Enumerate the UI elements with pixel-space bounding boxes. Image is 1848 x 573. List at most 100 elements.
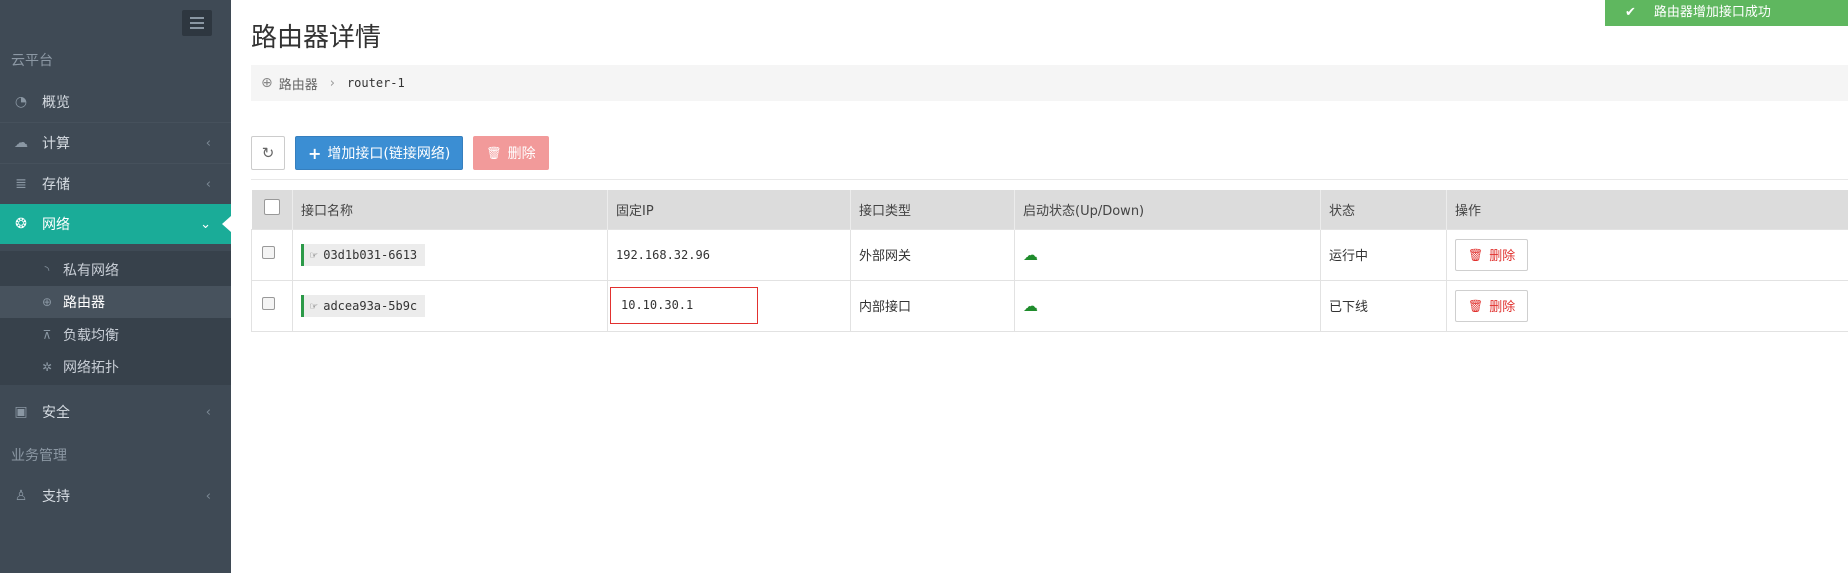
row-delete-button[interactable]: 🗑 删除 bbox=[1455, 289, 1529, 322]
interface-link[interactable]: ☞ 03d1b031-6613 bbox=[301, 243, 426, 266]
medkit-icon: ▣ bbox=[14, 404, 28, 420]
add-interface-button[interactable]: + 增加接口(链接网络) bbox=[295, 136, 464, 170]
row-select-cell bbox=[251, 279, 293, 332]
refresh-button[interactable]: ↻ bbox=[251, 136, 285, 170]
sidebar-item-label: 支持 bbox=[42, 489, 70, 505]
globe-icon: ⊕ bbox=[261, 75, 273, 91]
table-row: ☞ 03d1b031-6613 192.168.32.96 外部网关 ☁ 运行中… bbox=[251, 228, 1848, 281]
breadcrumb: ⊕ 路由器 › router-1 bbox=[251, 65, 1848, 101]
actions-cell: 🗑 删除 bbox=[1446, 228, 1848, 281]
divider bbox=[251, 179, 1848, 180]
sidebar-item-overview[interactable]: ◔ 概览 bbox=[0, 82, 231, 122]
sidebar-item-compute[interactable]: ☁ 计算 ‹ bbox=[0, 123, 231, 163]
main-content: 路由器详情 ⊕ 路由器 › router-1 ↻ + 增加接口(链接网络) 🗑 … bbox=[231, 0, 1848, 573]
globe-icon: ⊕ bbox=[41, 295, 53, 309]
sidebar-item-label: 路由器 bbox=[63, 295, 105, 311]
rss-icon: ◝ bbox=[44, 263, 50, 277]
sidebar-item-label: 私有网络 bbox=[63, 263, 119, 279]
row-checkbox[interactable] bbox=[262, 297, 275, 310]
status-cell: 已下线 bbox=[1320, 279, 1447, 332]
actions-cell: 🗑 删除 bbox=[1446, 279, 1848, 332]
delete-button[interactable]: 🗑 删除 bbox=[473, 136, 549, 170]
sidebar-item-label: 概览 bbox=[42, 95, 70, 111]
column-header-ip[interactable]: 固定IP bbox=[607, 190, 851, 229]
column-header-type[interactable]: 接口类型 bbox=[850, 190, 1015, 229]
interface-name: 03d1b031-6613 bbox=[323, 247, 418, 262]
hand-pointer-icon: ☞ bbox=[310, 298, 318, 313]
interface-name-cell: ☞ adcea93a-5b9c bbox=[292, 279, 608, 332]
select-all-checkbox[interactable] bbox=[263, 199, 280, 216]
hand-pointer-icon: ☞ bbox=[310, 247, 318, 262]
sidebar-item-label: 计算 bbox=[42, 136, 70, 152]
add-interface-label: 增加接口(链接网络) bbox=[327, 146, 451, 162]
column-header-status[interactable]: 状态 bbox=[1320, 190, 1447, 229]
sidebar-item-label: 网络 bbox=[42, 217, 70, 233]
status-cell: 运行中 bbox=[1320, 228, 1447, 281]
breadcrumb-current: router-1 bbox=[346, 76, 405, 90]
fixed-ip-cell: 10.10.30.1 bbox=[607, 279, 851, 332]
sidebar-item-label: 安全 bbox=[42, 405, 70, 421]
success-toast: ✔ 路由器增加接口成功 bbox=[1605, 0, 1848, 26]
menu-toggle-button[interactable] bbox=[182, 10, 212, 36]
row-delete-label: 删除 bbox=[1489, 300, 1516, 315]
sidebar: 云平台 ◔ 概览 ☁ 计算 ‹ ≣ 存储 ‹ ❂ 网络 ⌄ ◝ 私有网络 ⊕ 路… bbox=[0, 0, 231, 573]
page-title: 路由器详情 bbox=[251, 23, 382, 53]
table-row: ☞ adcea93a-5b9c 10.10.30.1 内部接口 ☁ 已下线 🗑 … bbox=[251, 279, 1848, 332]
chevron-left-icon: ‹ bbox=[205, 404, 211, 420]
trash-icon: 🗑 bbox=[1468, 298, 1484, 313]
sidebar-item-topology[interactable]: ✲ 网络拓扑 bbox=[0, 351, 231, 383]
sidebar-item-security[interactable]: ▣ 安全 ‹ bbox=[0, 392, 231, 432]
dashboard-icon: ◔ bbox=[14, 94, 28, 110]
sidebar-item-load-balancer[interactable]: ⊼ 负载均衡 bbox=[0, 319, 231, 351]
support-icon: ♙ bbox=[14, 488, 28, 504]
fixed-ip-cell: 192.168.32.96 bbox=[607, 228, 851, 281]
section-business: 业务管理 bbox=[11, 448, 67, 464]
sidebar-item-network[interactable]: ❂ 网络 ⌄ bbox=[0, 204, 231, 244]
refresh-icon: ↻ bbox=[261, 144, 275, 162]
network-icon: ❂ bbox=[15, 216, 27, 232]
interface-link[interactable]: ☞ adcea93a-5b9c bbox=[301, 294, 426, 317]
row-select-cell bbox=[251, 228, 293, 281]
interface-name: adcea93a-5b9c bbox=[323, 298, 418, 313]
sidebar-item-label: 存储 bbox=[42, 177, 70, 193]
sidebar-item-private-network[interactable]: ◝ 私有网络 bbox=[0, 254, 231, 286]
trash-icon: 🗑 bbox=[1468, 247, 1484, 262]
highlighted-ip: 10.10.30.1 bbox=[610, 287, 758, 324]
column-header-admin-state[interactable]: 启动状态(Up/Down) bbox=[1014, 190, 1321, 229]
interface-name-cell: ☞ 03d1b031-6613 bbox=[292, 228, 608, 281]
interfaces-table: 接口名称 固定IP 接口类型 启动状态(Up/Down) 状态 操作 ☞ 03d… bbox=[251, 190, 1848, 332]
gear-icon: ✲ bbox=[41, 360, 53, 374]
database-icon: ≣ bbox=[15, 176, 27, 192]
sidebar-item-label: 负载均衡 bbox=[63, 328, 119, 344]
interface-type-cell: 外部网关 bbox=[850, 228, 1015, 281]
plus-icon: + bbox=[308, 143, 322, 163]
select-all-cell bbox=[251, 190, 293, 229]
cloud-icon: ☁ bbox=[14, 135, 28, 151]
row-delete-label: 删除 bbox=[1489, 249, 1516, 264]
check-icon: ✔ bbox=[1625, 5, 1636, 20]
table-header-row: 接口名称 固定IP 接口类型 启动状态(Up/Down) 状态 操作 bbox=[251, 190, 1848, 229]
column-header-actions: 操作 bbox=[1446, 190, 1848, 229]
sidebar-item-label: 网络拓扑 bbox=[63, 360, 119, 376]
chevron-left-icon: ‹ bbox=[205, 176, 211, 192]
sidebar-item-support[interactable]: ♙ 支持 ‹ bbox=[0, 476, 231, 516]
row-delete-button[interactable]: 🗑 删除 bbox=[1455, 238, 1529, 271]
admin-state-cell: ☁ bbox=[1014, 228, 1321, 281]
delete-label: 删除 bbox=[507, 146, 536, 162]
row-checkbox[interactable] bbox=[262, 246, 275, 259]
sidebar-item-storage[interactable]: ≣ 存储 ‹ bbox=[0, 164, 231, 204]
column-header-name[interactable]: 接口名称 bbox=[292, 190, 608, 229]
section-cloud-platform: 云平台 bbox=[11, 53, 53, 69]
cloud-upload-icon: ☁ bbox=[1023, 245, 1038, 264]
chevron-left-icon: ‹ bbox=[205, 488, 211, 504]
sidebar-item-router[interactable]: ⊕ 路由器 bbox=[0, 286, 231, 318]
cloud-upload-icon: ☁ bbox=[1023, 296, 1038, 315]
breadcrumb-router-link[interactable]: 路由器 bbox=[279, 74, 318, 93]
breadcrumb-separator: › bbox=[329, 75, 335, 91]
chevron-left-icon: ‹ bbox=[205, 135, 211, 151]
toolbar: ↻ + 增加接口(链接网络) 🗑 删除 bbox=[251, 136, 549, 170]
trash-icon: 🗑 bbox=[486, 146, 502, 160]
network-submenu: ◝ 私有网络 ⊕ 路由器 ⊼ 负载均衡 ✲ 网络拓扑 bbox=[0, 251, 231, 385]
sitemap-icon: ⊼ bbox=[42, 328, 52, 342]
chevron-down-icon: ⌄ bbox=[200, 216, 211, 232]
